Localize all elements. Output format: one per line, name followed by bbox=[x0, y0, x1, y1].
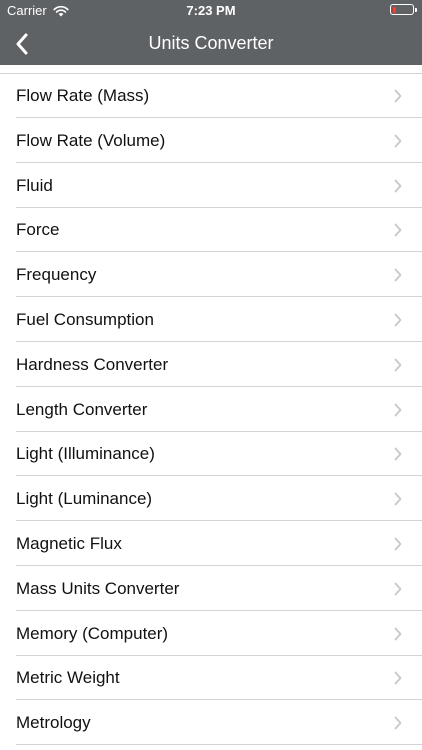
chevron-right-icon bbox=[394, 223, 402, 237]
list-item[interactable]: Frequency bbox=[0, 253, 422, 298]
list-item[interactable]: Force bbox=[0, 208, 422, 253]
list-item-label: Memory (Computer) bbox=[16, 623, 169, 643]
page-title: Units Converter bbox=[148, 33, 274, 53]
list-item[interactable]: Fluid bbox=[0, 164, 422, 208]
list-item[interactable]: Light (Luminance) bbox=[0, 477, 422, 522]
top-bar: Carrier 7:23 PM Units Converter bbox=[0, 0, 422, 65]
list-item[interactable]: Memory (Computer) bbox=[0, 612, 422, 656]
status-bar: Carrier 7:23 PM bbox=[0, 0, 422, 22]
list-item[interactable]: Flow Rate (Volume) bbox=[0, 119, 422, 163]
chevron-right-icon bbox=[394, 627, 402, 640]
list-item-label: Force bbox=[16, 220, 60, 240]
list-item[interactable]: Light (Illuminance) bbox=[0, 432, 422, 477]
list-item-label: Mass Units Converter bbox=[16, 578, 180, 598]
list-item-label: Length Converter bbox=[16, 399, 148, 419]
chevron-right-icon bbox=[394, 671, 402, 685]
list-item-label: Flow Rate (Mass) bbox=[16, 86, 150, 105]
chevron-right-icon bbox=[394, 358, 402, 372]
chevron-right-icon bbox=[394, 134, 402, 148]
list-item[interactable]: Magnetic Flux bbox=[0, 522, 422, 566]
list-item[interactable]: Hardness Converter bbox=[0, 343, 422, 387]
chevron-right-icon bbox=[394, 537, 402, 551]
chevron-right-icon bbox=[394, 268, 402, 282]
chevron-right-icon bbox=[394, 447, 402, 461]
list-item-label: Metrology bbox=[16, 713, 91, 733]
chevron-right-icon bbox=[394, 582, 402, 596]
list-item[interactable]: Fuel Consumption bbox=[0, 298, 422, 342]
row-divider bbox=[16, 744, 422, 746]
chevron-right-icon bbox=[394, 89, 402, 103]
list-item[interactable]: Length Converter bbox=[0, 388, 422, 432]
chevron-right-icon bbox=[394, 179, 402, 192]
list-item-label: Light (Illuminance) bbox=[16, 444, 155, 464]
list-item-label: Flow Rate (Volume) bbox=[16, 130, 166, 150]
chevron-right-icon bbox=[394, 313, 402, 327]
list-item[interactable]: Mass Units Converter bbox=[0, 567, 422, 611]
list-item-label: Hardness Converter bbox=[16, 354, 169, 374]
list-item[interactable]: Flow Rate (Mass) bbox=[0, 74, 422, 118]
list-item[interactable]: Metric Weight bbox=[0, 656, 422, 701]
list-item-label: Fuel Consumption bbox=[16, 310, 154, 329]
chevron-right-icon bbox=[394, 403, 402, 416]
list-item-label: Magnetic Flux bbox=[16, 534, 122, 553]
chevron-right-icon bbox=[394, 716, 402, 730]
battery-tip bbox=[415, 8, 417, 12]
navigation-bar: Units Converter bbox=[0, 22, 422, 65]
battery-icon bbox=[390, 4, 417, 15]
chevron-right-icon bbox=[394, 492, 402, 506]
list-item-label: Light (Luminance) bbox=[16, 489, 153, 509]
battery-level bbox=[392, 6, 396, 13]
list-item[interactable]: Metrology bbox=[0, 701, 422, 746]
list-item-label: Metric Weight bbox=[16, 668, 120, 688]
status-time: 7:23 PM bbox=[186, 3, 236, 18]
list-item-label: Fluid bbox=[16, 175, 53, 195]
list-item-label: Frequency bbox=[16, 265, 97, 285]
